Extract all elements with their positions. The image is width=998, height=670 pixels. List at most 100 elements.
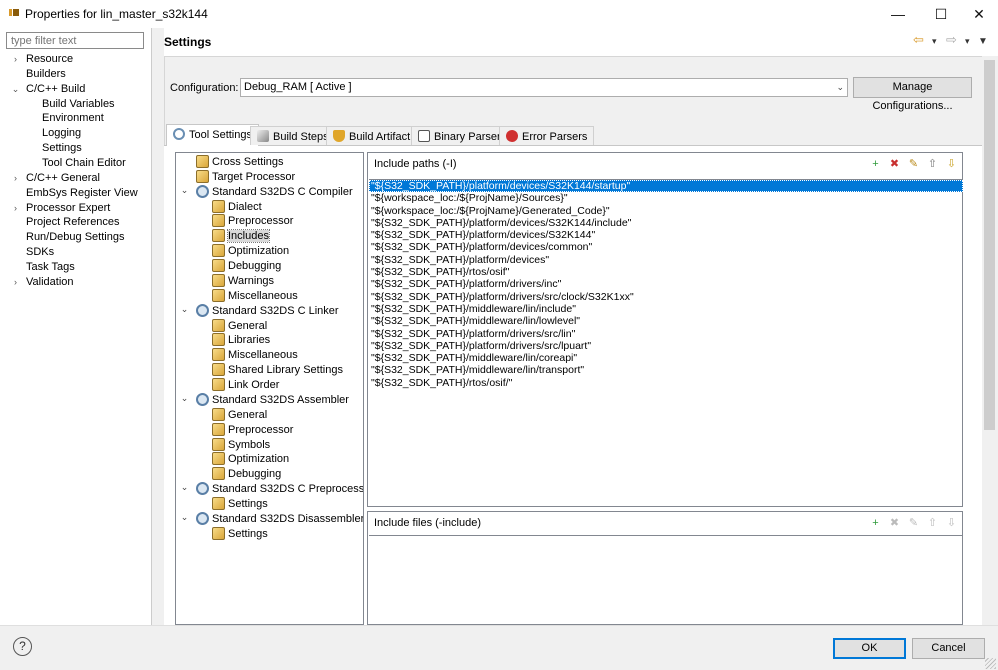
delete-icon[interactable]: ✖ [887, 516, 902, 531]
include-path-item[interactable]: "${S32_SDK_PATH}/platform/devices/S32K14… [369, 217, 963, 229]
tab-error-parsers[interactable]: Error Parsers [499, 126, 595, 145]
include-path-item[interactable]: "${workspace_loc:/${ProjName}/Sources}" [369, 192, 963, 204]
include-path-item[interactable]: "${S32_SDK_PATH}/platform/devices/common… [369, 241, 963, 253]
tree-item[interactable]: Standard S32DS Disassembler [196, 511, 363, 527]
tree-item[interactable]: Shared Library Settings [212, 363, 343, 378]
expanded-chevron-icon[interactable]: ⌄ [180, 512, 189, 523]
include-path-item[interactable]: "${S32_SDK_PATH}/middleware/lin/transpor… [369, 364, 963, 376]
nav-item[interactable]: Settings [42, 141, 82, 156]
move-up-icon[interactable]: ⇧ [925, 157, 940, 172]
include-path-item[interactable]: "${workspace_loc:/${ProjName}/Generated_… [369, 205, 963, 217]
view-menu-icon[interactable]: ▼ [978, 36, 988, 47]
tree-item[interactable]: Warnings [212, 273, 274, 289]
tab-build-steps[interactable]: Build Steps [250, 126, 336, 145]
tree-item[interactable]: Cross Settings [196, 155, 284, 170]
tree-item[interactable]: Standard S32DS C Compiler [196, 184, 353, 200]
nav-item[interactable]: Validation [26, 275, 74, 290]
nav-item[interactable]: EmbSys Register View [26, 186, 138, 201]
tree-item[interactable]: Miscellaneous [212, 348, 298, 363]
tree-item[interactable]: Settings [212, 497, 268, 512]
tree-item[interactable]: Optimization [212, 244, 289, 259]
expanded-chevron-icon[interactable]: ⌄ [180, 304, 189, 315]
move-down-icon[interactable]: ⇩ [944, 157, 959, 172]
nav-item[interactable]: Project References [26, 215, 120, 230]
nav-item[interactable]: Environment [42, 111, 104, 126]
expanded-chevron-icon[interactable]: ⌄ [180, 185, 189, 196]
include-path-item[interactable]: "${S32_SDK_PATH}/middleware/lin/include" [369, 303, 963, 315]
expanded-chevron-icon[interactable]: ⌄ [11, 82, 20, 97]
tree-item[interactable]: Libraries [212, 333, 270, 348]
back-history-dropdown[interactable]: ▾ [932, 36, 937, 47]
include-path-item[interactable]: "${S32_SDK_PATH}/platform/drivers/inc" [369, 278, 963, 290]
include-paths-list[interactable]: "${S32_SDK_PATH}/platform/devices/S32K14… [369, 179, 963, 501]
nav-item[interactable]: Tool Chain Editor [42, 156, 126, 171]
include-path-item[interactable]: "${S32_SDK_PATH}/middleware/lin/coreapi" [369, 352, 963, 364]
minimize-button[interactable]: — [875, 0, 921, 28]
filter-input[interactable] [6, 32, 144, 49]
nav-item[interactable]: Task Tags [26, 260, 75, 275]
tree-item[interactable]: Link Order [212, 378, 279, 393]
close-button[interactable]: ✕ [956, 0, 998, 28]
tab-build-artifact[interactable]: Build Artifact [326, 126, 418, 145]
move-down-icon[interactable]: ⇩ [944, 516, 959, 531]
tree-item[interactable]: General [212, 318, 267, 334]
tool-settings-tree[interactable]: Cross Settings Target Processor ⌄ Standard … [175, 152, 364, 625]
forward-history-dropdown[interactable]: ▾ [965, 36, 970, 47]
collapsed-chevron-icon[interactable]: › [11, 201, 20, 216]
tree-item[interactable]: Target Processor [196, 169, 295, 185]
collapsed-chevron-icon[interactable]: › [11, 52, 20, 67]
tab-binary-parsers[interactable]: Binary Parsers [411, 126, 514, 145]
tree-item[interactable]: Preprocessor [212, 422, 293, 438]
nav-item[interactable]: Resource [26, 52, 73, 67]
tree-item[interactable]: Standard S32DS C Preprocessor [196, 482, 363, 497]
help-icon[interactable]: ? [13, 637, 32, 656]
tree-item[interactable]: Includes [212, 229, 270, 244]
manage-configurations-button[interactable]: Manage Configurations... [853, 77, 972, 112]
pane-divider[interactable] [152, 28, 164, 625]
include-path-item[interactable]: "${S32_SDK_PATH}/platform/drivers/src/lp… [369, 340, 963, 352]
back-icon[interactable]: ⇦ [913, 32, 924, 48]
edit-icon[interactable]: ✎ [906, 157, 921, 172]
tree-item[interactable]: Optimization [212, 452, 289, 467]
expanded-chevron-icon[interactable]: ⌄ [180, 393, 189, 404]
cancel-button[interactable]: Cancel [912, 638, 985, 659]
tree-item[interactable]: Standard S32DS Assembler [196, 392, 349, 408]
include-files-list[interactable] [369, 535, 963, 625]
tree-item[interactable]: Standard S32DS C Linker [196, 303, 339, 319]
scrollbar-thumb[interactable] [984, 60, 995, 430]
tree-item[interactable]: Debugging [212, 467, 281, 482]
nav-item[interactable]: C/C++ General [26, 171, 100, 186]
tree-item[interactable]: Miscellaneous [212, 288, 298, 304]
add-icon[interactable]: + [868, 516, 883, 531]
nav-item[interactable]: Run/Debug Settings [26, 230, 124, 245]
include-path-item[interactable]: "${S32_SDK_PATH}/platform/devices" [369, 254, 963, 266]
move-up-icon[interactable]: ⇧ [925, 516, 940, 531]
nav-item[interactable]: Processor Expert [26, 201, 110, 216]
include-path-item[interactable]: "${S32_SDK_PATH}/platform/drivers/src/cl… [369, 291, 963, 303]
ok-button[interactable]: OK [833, 638, 906, 659]
tree-item[interactable]: Preprocessor [212, 214, 293, 229]
collapsed-chevron-icon[interactable]: › [11, 275, 20, 290]
nav-item[interactable]: Build Variables [42, 97, 115, 112]
tree-item[interactable]: Settings [212, 526, 268, 542]
collapsed-chevron-icon[interactable]: › [11, 171, 20, 186]
include-path-item[interactable]: "${S32_SDK_PATH}/platform/devices/S32K14… [369, 180, 963, 193]
edit-icon[interactable]: ✎ [906, 516, 921, 531]
include-path-item[interactable]: "${S32_SDK_PATH}/middleware/lin/lowlevel… [369, 315, 963, 327]
tree-item[interactable]: General [212, 407, 267, 423]
delete-icon[interactable]: ✖ [887, 157, 902, 172]
resize-grip[interactable] [985, 658, 996, 669]
add-icon[interactable]: + [868, 157, 883, 172]
tree-item[interactable]: Debugging [212, 259, 281, 274]
include-path-item[interactable]: "${S32_SDK_PATH}/rtos/osif/" [369, 377, 963, 389]
tree-item[interactable]: Dialect [212, 199, 262, 215]
nav-item[interactable]: Builders [26, 67, 66, 82]
include-path-item[interactable]: "${S32_SDK_PATH}/rtos/osif" [369, 266, 963, 278]
nav-item[interactable]: C/C++ Build [26, 82, 85, 97]
forward-icon[interactable]: ⇨ [946, 32, 957, 48]
nav-item[interactable]: SDKs [26, 245, 54, 260]
include-path-item[interactable]: "${S32_SDK_PATH}/platform/devices/S32K14… [369, 229, 963, 241]
nav-item[interactable]: Logging [42, 126, 81, 141]
expanded-chevron-icon[interactable]: ⌄ [180, 482, 189, 493]
include-path-item[interactable]: "${S32_SDK_PATH}/platform/drivers/src/li… [369, 328, 963, 340]
